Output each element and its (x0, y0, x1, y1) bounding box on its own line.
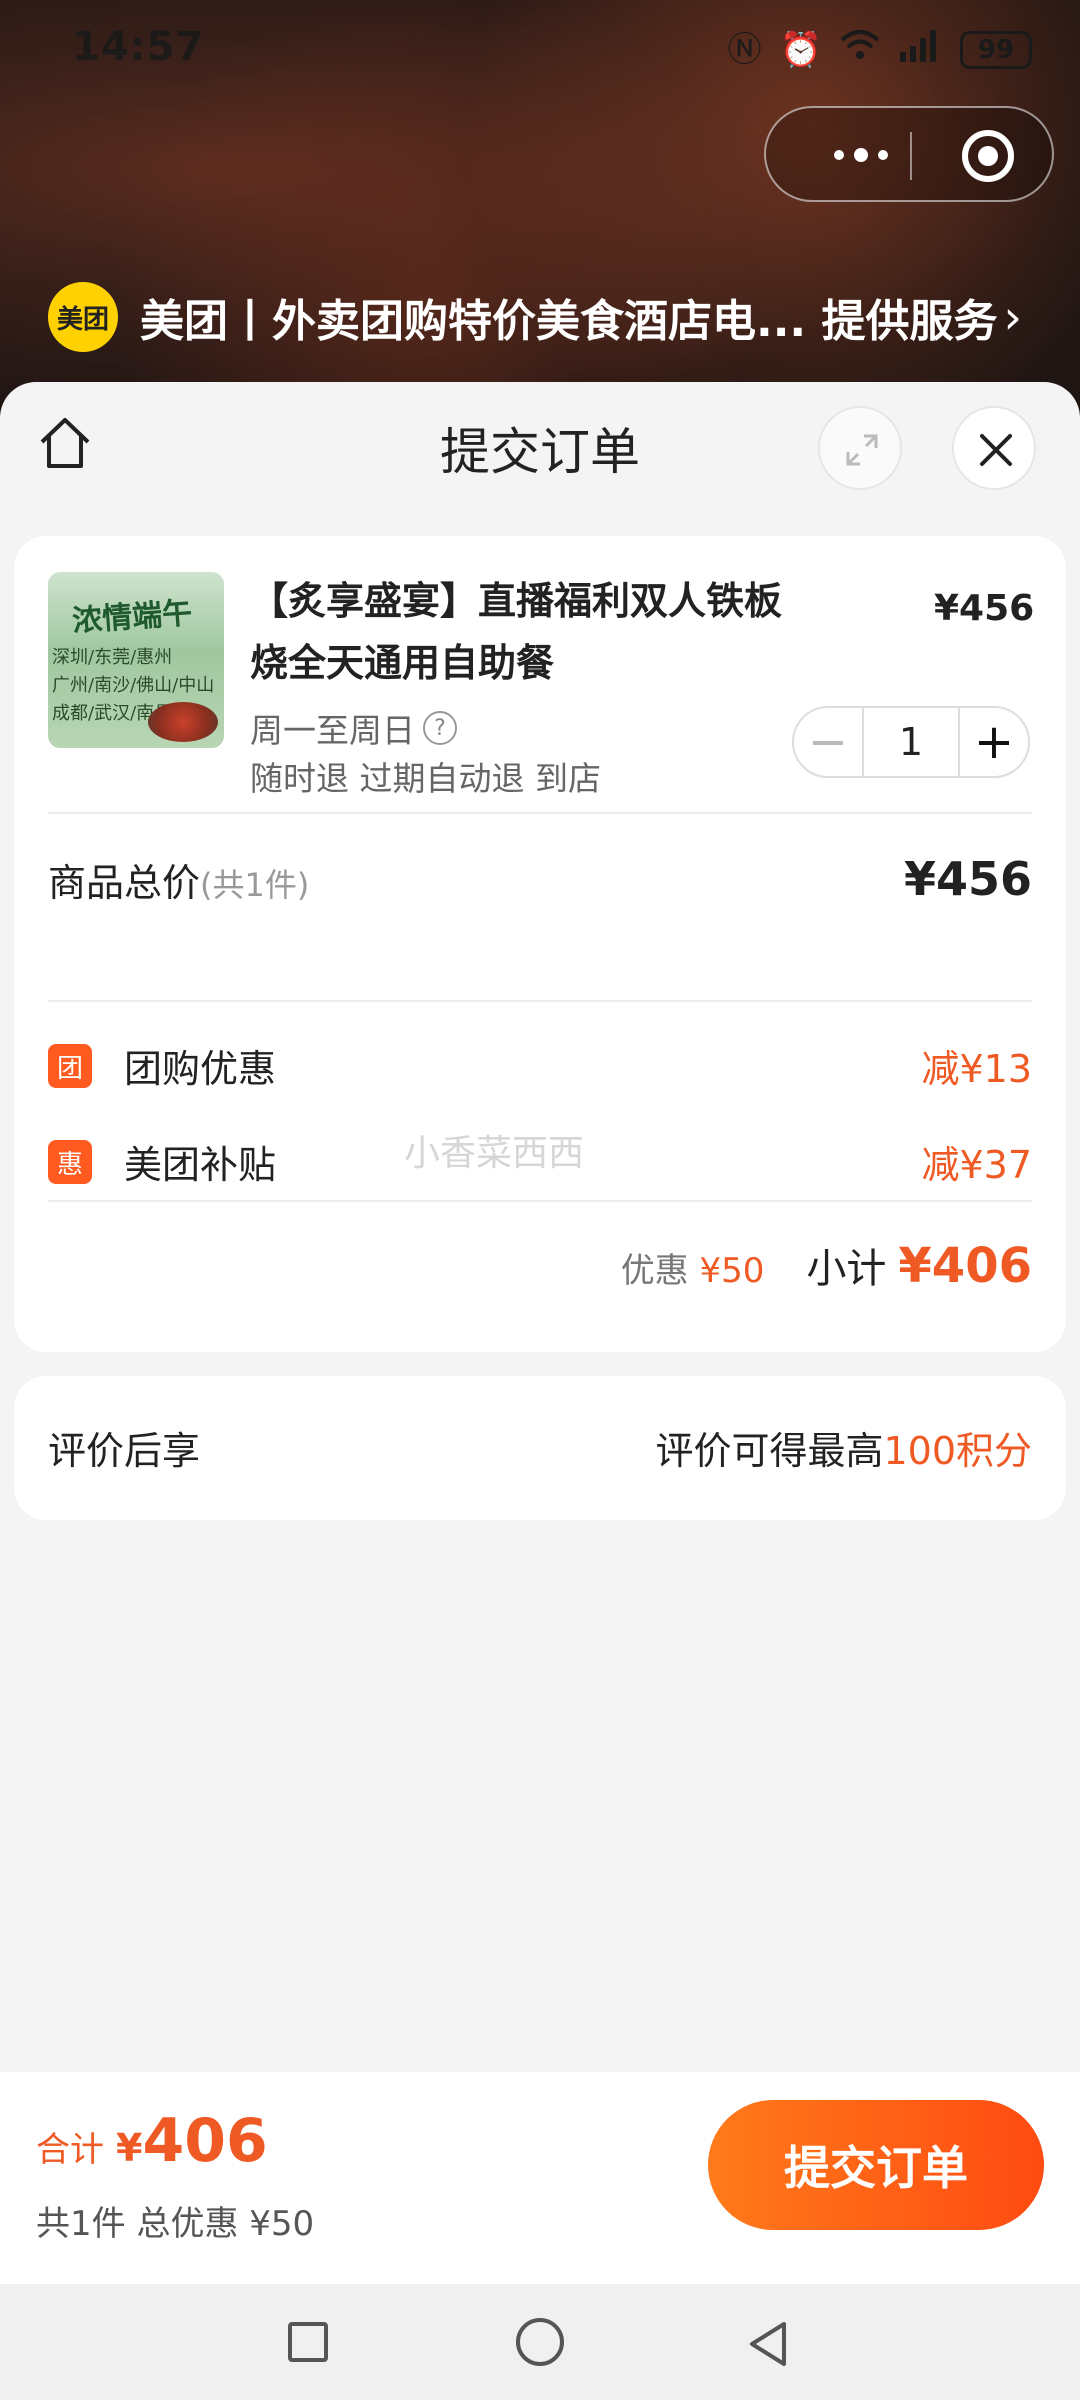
provider-text: 美团丨外卖团购特价美食酒店电... 提供服务 (140, 296, 998, 347)
sum-value: ¥406 (116, 2106, 268, 2176)
product-name: 【炙享盛宴】直播福利双人铁板烧全天通用自助餐 (250, 579, 783, 685)
subtotal-label: 小计 (806, 1246, 887, 1292)
nfc-icon: Ⓝ (727, 29, 762, 70)
increase-button[interactable]: + (960, 708, 1028, 776)
close-button[interactable] (952, 406, 1036, 490)
discount-value: 减¥37 (921, 1143, 1032, 1187)
schedule-text: 周一至周日 (250, 711, 415, 750)
expand-icon (846, 434, 878, 466)
page-title: 提交订单 (440, 423, 640, 481)
subtotal-value: ¥406 (898, 1238, 1032, 1294)
product-image-title: 浓情端午 (71, 595, 194, 640)
wifi-icon (840, 28, 880, 71)
sum-meta: 共1件 总优惠 ¥50 (36, 2204, 315, 2244)
service-provider[interactable]: 美团 美团丨外卖团购特价美食酒店电... 提供服务 › (48, 282, 1022, 352)
review-points: 100积分 (883, 1429, 1032, 1473)
sum-label: 合计 (36, 2130, 104, 2170)
status-time: 14:57 (72, 24, 205, 70)
discount-row: 团 团购优惠 减¥13 (48, 1034, 1032, 1094)
back-icon[interactable] (746, 2320, 790, 2368)
product-image-line: 深圳/东莞/惠州 (52, 647, 173, 668)
more-icon[interactable] (806, 130, 916, 180)
capsule-divider (910, 132, 912, 180)
review-reward: 评价可得最高100积分 (655, 1429, 1032, 1473)
divider (48, 1000, 1032, 1002)
expand-button[interactable] (818, 406, 902, 490)
divider (48, 812, 1032, 814)
meituan-logo: 美团 (48, 282, 118, 352)
food-graphic (148, 702, 218, 742)
total-label: 商品总价(共1件) (48, 861, 310, 905)
quantity-stepper: − 1 + (792, 706, 1030, 778)
product-schedule: 周一至周日 ? (250, 704, 457, 752)
alarm-icon: ⏰ (779, 29, 822, 70)
quantity-value[interactable]: 1 (862, 708, 960, 776)
order-card: 浓情端午 深圳/东莞/惠州 广州/南沙/佛山/中山 成都/武汉/南昌 【炙享盛宴… (14, 536, 1066, 1352)
chevron-right-icon: › (1003, 290, 1022, 344)
home-nav-icon[interactable] (516, 2318, 564, 2366)
product-image-line: 广州/南沙/佛山/中山 (52, 675, 215, 696)
signal-icon (898, 28, 942, 71)
submit-order-button[interactable]: 提交订单 (708, 2100, 1044, 2230)
help-icon[interactable]: ? (423, 711, 457, 745)
product-policy: 随时退 过期自动退 到店 (250, 759, 601, 798)
status-bar: 14:57 Ⓝ ⏰ 99 (0, 0, 1080, 100)
decrease-button[interactable]: − (794, 708, 862, 776)
close-icon (980, 434, 1012, 466)
discount-value: 减¥13 (921, 1047, 1032, 1091)
checkout-bar: 合计 ¥406 共1件 总优惠 ¥50 提交订单 (0, 2072, 1080, 2284)
group-buy-badge: 团 (48, 1044, 92, 1088)
review-card: 评价后享 评价可得最高100积分 (14, 1376, 1066, 1520)
recent-apps-icon[interactable] (288, 2322, 328, 2362)
product-price: ¥456 (934, 588, 1035, 629)
total-price-row: 商品总价(共1件) ¥456 (48, 852, 1032, 912)
divider (48, 1200, 1032, 1202)
review-label: 评价后享 (48, 1429, 201, 1473)
product-image[interactable]: 浓情端午 深圳/东莞/惠州 广州/南沙/佛山/中山 成都/武汉/南昌 (48, 572, 224, 748)
discount-label: 团购优惠 (124, 1047, 277, 1091)
subsidy-badge: 惠 (48, 1140, 92, 1184)
status-icons: Ⓝ ⏰ 99 (728, 28, 1032, 71)
miniprogram-capsule (764, 106, 1054, 202)
total-value: ¥456 (903, 852, 1032, 906)
battery-icon: 99 (960, 30, 1032, 69)
total-count: (共1件) (200, 866, 310, 904)
system-nav-bar (0, 2284, 1080, 2400)
watermark: 小香菜西西 (404, 1133, 585, 1174)
sheet-header: 提交订单 (0, 382, 1080, 512)
discount-label: 美团补贴 (124, 1143, 277, 1187)
discount-summary: 优惠 ¥50 (620, 1251, 765, 1291)
subtotal-row: 优惠 ¥50 小计 ¥406 (48, 1236, 1032, 1306)
close-miniprogram-icon[interactable] (962, 130, 1014, 182)
